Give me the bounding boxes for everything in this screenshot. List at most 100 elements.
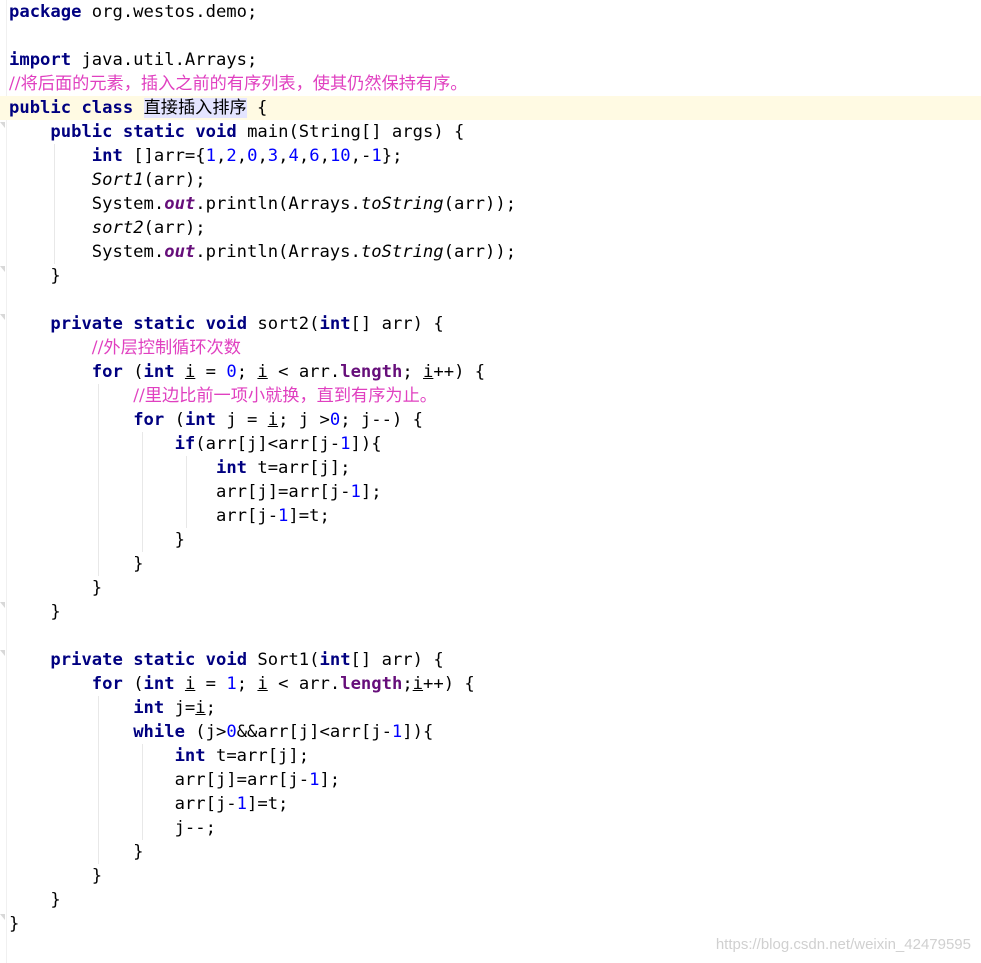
keyword: static <box>122 122 185 142</box>
keyword: int <box>184 410 216 430</box>
code-text: j= <box>164 698 196 718</box>
code-text: j--; <box>9 818 216 838</box>
number: 3 <box>267 146 279 166</box>
keyword: void <box>195 122 237 142</box>
code-line-8: Sort1(arr); <box>9 168 979 192</box>
code-line-36: } <box>9 840 979 864</box>
keyword: static <box>133 314 196 334</box>
code-line-11: System.out.println(Arrays.toString(arr))… <box>9 240 979 264</box>
code-line-5-current: public class 直接插入排序 { <box>0 96 981 120</box>
number: 0 <box>329 410 341 430</box>
code-text: ( <box>122 674 144 694</box>
code-text: ]=t; <box>288 506 330 526</box>
keyword: public <box>50 122 113 142</box>
code-text: (arr); <box>143 218 206 238</box>
code-text: = <box>195 362 227 382</box>
fold-marker-icon[interactable] <box>0 314 6 322</box>
fold-marker-icon[interactable] <box>0 122 6 130</box>
code-line-29: for (int i = 1; i < arr.length;i++) { <box>9 672 979 696</box>
number: 2 <box>226 146 237 166</box>
code-text: } <box>9 842 144 862</box>
static-field: out <box>164 242 196 262</box>
code-line-28: private static void Sort1(int[] arr) { <box>9 648 979 672</box>
number: 0 <box>247 146 258 166</box>
code-text: &&arr[j]<arr[j- <box>236 722 392 742</box>
code-text: ]){ <box>350 434 382 454</box>
variable: i <box>267 410 279 430</box>
code-line-39: } <box>9 912 979 936</box>
keyword: int <box>215 458 248 478</box>
keyword: while <box>133 722 185 742</box>
keyword: package <box>9 2 82 22</box>
code-line-35: j--; <box>9 816 979 840</box>
watermark: https://blog.csdn.net/weixin_42479595 <box>715 936 971 953</box>
code-text: Sort1( <box>247 650 320 670</box>
code-text: } <box>9 266 61 286</box>
code-line-20: int t=arr[j]; <box>9 456 979 480</box>
code-text: } <box>9 578 103 598</box>
static-field: out <box>164 194 196 214</box>
comment: //里边比前一项小就换，直到有序为止。 <box>133 386 437 406</box>
code-line-38: } <box>9 888 979 912</box>
fold-marker-icon[interactable] <box>0 650 6 658</box>
code-text: (arr)); <box>443 242 517 262</box>
code-text: t=arr[j]; <box>247 458 351 478</box>
static-method: toString <box>360 242 444 262</box>
number: 6 <box>309 146 320 166</box>
code-text: < arr. <box>267 674 341 694</box>
method-call: sort2 <box>91 218 144 238</box>
number: 0 <box>226 362 237 382</box>
code-line-3: import java.util.Arrays; <box>9 48 979 72</box>
code-line-14: private static void sort2(int[] arr) { <box>9 312 979 336</box>
fold-marker-icon[interactable] <box>0 266 6 274</box>
code-text: < arr. <box>267 362 341 382</box>
keyword: for <box>91 674 123 694</box>
variable: i <box>257 362 268 382</box>
number: 10 <box>329 146 351 166</box>
code-text: System. <box>9 194 165 214</box>
code-text: ]; <box>360 482 382 502</box>
code-line-12: } <box>9 264 979 288</box>
keyword: int <box>91 146 123 166</box>
fold-marker-icon[interactable] <box>0 914 6 922</box>
fold-marker-icon[interactable] <box>0 602 6 610</box>
keyword: public <box>9 98 72 118</box>
code-text: ]; <box>319 770 341 790</box>
code-text: [] arr) { <box>350 314 444 334</box>
keyword: int <box>143 362 175 382</box>
code-line-24: } <box>9 552 979 576</box>
number: 1 <box>391 722 403 742</box>
code-text: ; <box>402 674 413 694</box>
code-text: ]=t; <box>247 794 289 814</box>
code-text: , <box>278 146 289 166</box>
keyword: void <box>205 314 248 334</box>
code-line-1: package org.westos.demo; <box>9 0 979 24</box>
code-editor[interactable]: package org.westos.demo; import java.uti… <box>0 0 981 963</box>
code-text: arr[j]=arr[j- <box>9 770 310 790</box>
number: 1 <box>226 674 237 694</box>
method-call: Sort1 <box>91 170 144 190</box>
code-line-16: for (int i = 0; i < arr.length; i++) { <box>9 360 979 384</box>
code-text: } <box>9 866 103 886</box>
number: 1 <box>309 770 320 790</box>
code-text: ( <box>122 362 144 382</box>
code-text: ++) { <box>433 362 486 382</box>
keyword: private <box>50 650 123 670</box>
code-area[interactable]: package org.westos.demo; import java.uti… <box>0 0 981 936</box>
keyword: if <box>174 434 196 454</box>
code-line-6: public static void main(String[] args) { <box>9 120 979 144</box>
